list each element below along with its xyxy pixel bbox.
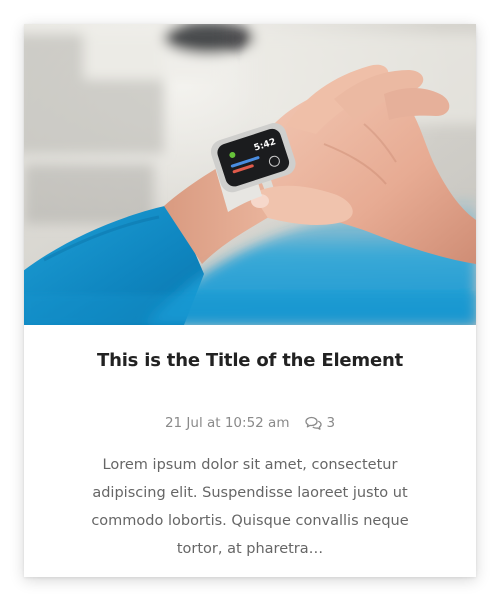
post-date: 21 Jul at 10:52 am bbox=[164, 415, 290, 431]
post-content: This is the Title of the Element 21 Jul … bbox=[24, 325, 476, 577]
post-meta: 21 Jul at 10:52 am 3 bbox=[24, 413, 476, 433]
smartwatch-photo: 5:42 bbox=[24, 24, 476, 325]
comments-link[interactable]: 3 bbox=[305, 413, 335, 433]
post-title[interactable]: This is the Title of the Element bbox=[44, 348, 456, 374]
post-excerpt: Lorem ipsum dolor sit amet, consectetur … bbox=[91, 457, 409, 557]
post-image-link[interactable]: 5:42 bbox=[24, 24, 476, 325]
comment-count: 3 bbox=[326, 415, 336, 431]
comments-icon bbox=[305, 416, 323, 430]
post-card: 5:42 This is the Title of the Element 21… bbox=[24, 24, 476, 577]
